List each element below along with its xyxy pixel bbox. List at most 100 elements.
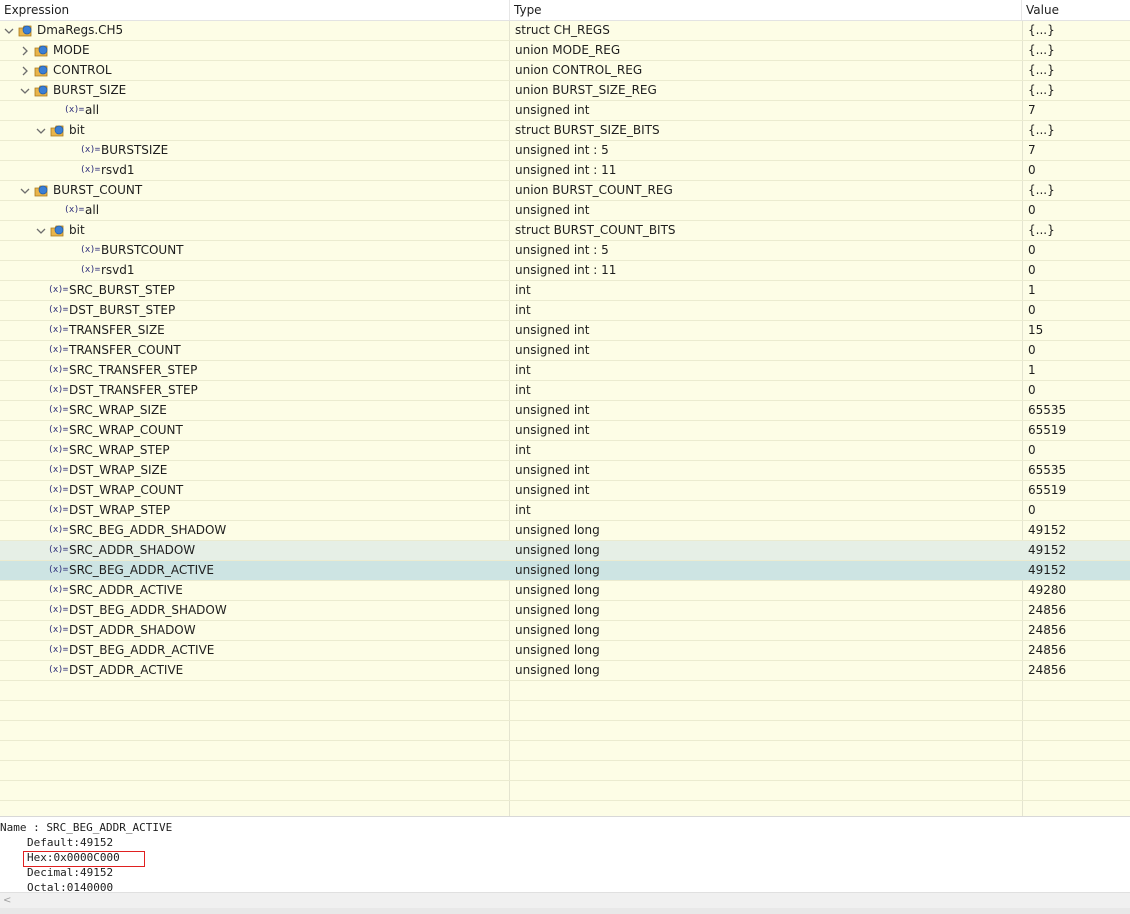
- table-row[interactable]: DmaRegs.CH5 struct CH_REGS {...}: [0, 21, 1130, 41]
- column-header-value[interactable]: Value: [1022, 0, 1130, 20]
- value-cell[interactable]: 0: [1028, 161, 1128, 180]
- value-cell[interactable]: 0: [1028, 501, 1128, 520]
- column-header-type[interactable]: Type: [510, 0, 1022, 20]
- expression-name: TRANSFER_COUNT: [69, 343, 181, 357]
- value-cell[interactable]: {...}: [1028, 121, 1128, 140]
- table-row[interactable]: (x)= SRC_WRAP_COUNT unsigned int 65519: [0, 421, 1130, 441]
- value-cell[interactable]: 7: [1028, 141, 1128, 160]
- table-row[interactable]: (x)= SRC_TRANSFER_STEP int 1: [0, 361, 1130, 381]
- type-cell: int: [515, 363, 531, 377]
- table-row[interactable]: (x)= SRC_BEG_ADDR_SHADOW unsigned long 4915…: [0, 521, 1130, 541]
- value-cell[interactable]: 65535: [1028, 401, 1128, 420]
- table-row[interactable]: (x)= all unsigned int 0: [0, 201, 1130, 221]
- value-cell[interactable]: {...}: [1028, 221, 1128, 240]
- type-cell: unsigned long: [515, 543, 600, 557]
- table-row[interactable]: bit struct BURST_COUNT_BITS {...}: [0, 221, 1130, 241]
- value-cell[interactable]: 0: [1028, 261, 1128, 280]
- table-row[interactable]: (x)= DST_BEG_ADDR_ACTIVE unsigned long 2485…: [0, 641, 1130, 661]
- variable-icon: (x)=: [48, 505, 68, 515]
- value-cell[interactable]: 0: [1028, 381, 1128, 400]
- value-cell[interactable]: 65535: [1028, 461, 1128, 480]
- value-cell[interactable]: {...}: [1028, 81, 1128, 100]
- table-row[interactable]: (x)= DST_BURST_STEP int 0: [0, 301, 1130, 321]
- value-cell[interactable]: 49152: [1028, 521, 1128, 540]
- value-cell[interactable]: 24856: [1028, 661, 1128, 680]
- table-row[interactable]: (x)= DST_WRAP_SIZE unsigned int 65535: [0, 461, 1130, 481]
- table-row[interactable]: (x)= rsvd1 unsigned int : 11 0: [0, 161, 1130, 181]
- variable-icon: (x)=: [48, 465, 68, 475]
- value-cell[interactable]: 7: [1028, 101, 1128, 120]
- variable-icon: (x)=: [48, 605, 68, 615]
- variable-icon: (x)=: [48, 485, 68, 495]
- table-row[interactable]: (x)= all unsigned int 7: [0, 101, 1130, 121]
- expression-name: SRC_BEG_ADDR_ACTIVE: [69, 563, 214, 577]
- struct-object-icon: [34, 44, 49, 58]
- value-cell[interactable]: 0: [1028, 301, 1128, 320]
- type-cell: int: [515, 383, 531, 397]
- table-row[interactable]: (x)= SRC_BURST_STEP int 1: [0, 281, 1130, 301]
- type-cell: union MODE_REG: [515, 43, 621, 57]
- table-row[interactable]: (x)= rsvd1 unsigned int : 11 0: [0, 261, 1130, 281]
- table-row[interactable]: (x)= DST_WRAP_STEP int 0: [0, 501, 1130, 521]
- value-cell[interactable]: 49152: [1028, 541, 1128, 560]
- value-cell[interactable]: 24856: [1028, 601, 1128, 620]
- variable-icon: (x)=: [80, 265, 100, 275]
- expression-cell: (x)= DST_WRAP_COUNT: [0, 481, 509, 500]
- value-cell[interactable]: 15: [1028, 321, 1128, 340]
- expression-cell: bit: [0, 221, 509, 240]
- value-cell[interactable]: {...}: [1028, 181, 1128, 200]
- table-row[interactable]: MODE union MODE_REG {...}: [0, 41, 1130, 61]
- table-row[interactable]: (x)= DST_ADDR_ACTIVE unsigned long 24856: [0, 661, 1130, 681]
- table-row[interactable]: (x)= SRC_ADDR_SHADOW unsigned long 49152: [0, 541, 1130, 561]
- chevron-down-icon[interactable]: [36, 126, 46, 136]
- scroll-left-arrow-icon[interactable]: <: [3, 895, 11, 906]
- chevron-right-icon[interactable]: [20, 46, 30, 56]
- type-cell: struct BURST_COUNT_BITS: [515, 223, 676, 237]
- value-cell[interactable]: 49152: [1028, 561, 1128, 580]
- chevron-down-icon[interactable]: [4, 26, 14, 36]
- table-row[interactable]: (x)= SRC_ADDR_ACTIVE unsigned long 49280: [0, 581, 1130, 601]
- table-row[interactable]: BURST_SIZE union BURST_SIZE_REG {...}: [0, 81, 1130, 101]
- value-cell[interactable]: 0: [1028, 201, 1128, 220]
- value-cell[interactable]: {...}: [1028, 61, 1128, 80]
- value-cell[interactable]: 65519: [1028, 481, 1128, 500]
- chevron-down-icon[interactable]: [20, 86, 30, 96]
- expression-cell: (x)= SRC_BEG_ADDR_SHADOW: [0, 521, 509, 540]
- value-cell[interactable]: 24856: [1028, 641, 1128, 660]
- value-cell[interactable]: {...}: [1028, 21, 1128, 40]
- expression-cell: BURST_COUNT: [0, 181, 509, 200]
- chevron-down-icon[interactable]: [36, 226, 46, 236]
- value-cell[interactable]: {...}: [1028, 41, 1128, 60]
- table-row[interactable]: (x)= BURSTSIZE unsigned int : 5 7: [0, 141, 1130, 161]
- chevron-right-icon[interactable]: [20, 66, 30, 76]
- value-cell[interactable]: 0: [1028, 241, 1128, 260]
- table-row[interactable]: (x)= SRC_BEG_ADDR_ACTIVE unsigned long 4915…: [0, 561, 1130, 581]
- table-row[interactable]: BURST_COUNT union BURST_COUNT_REG {...}: [0, 181, 1130, 201]
- value-cell[interactable]: 0: [1028, 341, 1128, 360]
- chevron-down-icon[interactable]: [20, 186, 30, 196]
- table-row[interactable]: (x)= DST_BEG_ADDR_SHADOW unsigned long 2485…: [0, 601, 1130, 621]
- variable-icon: (x)=: [48, 665, 68, 675]
- table-row[interactable]: (x)= BURSTCOUNT unsigned int : 5 0: [0, 241, 1130, 261]
- table-row[interactable]: (x)= DST_WRAP_COUNT unsigned int 65519: [0, 481, 1130, 501]
- table-row[interactable]: (x)= SRC_WRAP_STEP int 0: [0, 441, 1130, 461]
- table-row[interactable]: CONTROL union CONTROL_REG {...}: [0, 61, 1130, 81]
- horizontal-scrollbar[interactable]: <: [0, 892, 1130, 909]
- table-row[interactable]: (x)= SRC_WRAP_SIZE unsigned int 65535: [0, 401, 1130, 421]
- struct-object-icon: [34, 184, 49, 198]
- value-cell[interactable]: 65519: [1028, 421, 1128, 440]
- table-row[interactable]: (x)= DST_ADDR_SHADOW unsigned long 24856: [0, 621, 1130, 641]
- value-cell[interactable]: 49280: [1028, 581, 1128, 600]
- table-row[interactable]: bit struct BURST_SIZE_BITS {...}: [0, 121, 1130, 141]
- value-cell[interactable]: 0: [1028, 441, 1128, 460]
- expression-name: bit: [69, 223, 85, 237]
- type-cell: unsigned long: [515, 523, 600, 537]
- expression-name: DST_BEG_ADDR_SHADOW: [69, 603, 227, 617]
- table-row[interactable]: (x)= DST_TRANSFER_STEP int 0: [0, 381, 1130, 401]
- column-header-expression[interactable]: Expression: [0, 0, 510, 20]
- value-cell[interactable]: 24856: [1028, 621, 1128, 640]
- table-row[interactable]: (x)= TRANSFER_SIZE unsigned int 15: [0, 321, 1130, 341]
- value-cell[interactable]: 1: [1028, 361, 1128, 380]
- table-row[interactable]: (x)= TRANSFER_COUNT unsigned int 0: [0, 341, 1130, 361]
- value-cell[interactable]: 1: [1028, 281, 1128, 300]
